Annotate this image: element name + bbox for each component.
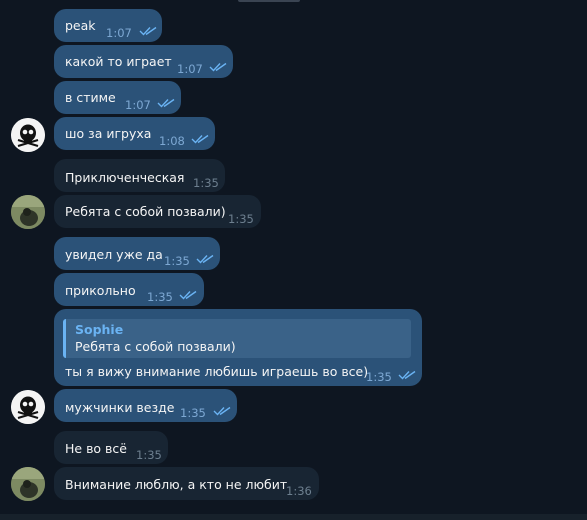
message-time: 1:07: [177, 62, 203, 76]
double-check-icon: [209, 62, 227, 72]
message-bubble-outgoing[interactable]: peak 1:07: [54, 9, 162, 42]
skull-icon: [11, 390, 45, 424]
double-check-icon: [179, 290, 197, 300]
double-check-icon: [191, 134, 209, 144]
message-text: мужчинки везде: [65, 400, 175, 415]
message-bubble-outgoing[interactable]: в стиме 1:07: [54, 81, 181, 114]
reply-text: Ребята с собой позвали): [75, 339, 236, 354]
message-bubble-outgoing[interactable]: Sophie Ребята с собой позвали) ты я вижу…: [54, 309, 422, 386]
message-time: 1:35: [147, 290, 173, 304]
message-time: 1:35: [164, 254, 190, 268]
message-bubble-outgoing[interactable]: шо за игруха 1:08: [54, 117, 215, 150]
message-text: ты я вижу внимание любишь играешь во все…: [65, 364, 369, 379]
top-scroll-indicator: [238, 0, 300, 2]
message-time: 1:07: [106, 26, 132, 40]
message-text: в стиме: [65, 90, 116, 105]
message-text: Ребята с собой позвали): [65, 204, 226, 219]
avatar[interactable]: [11, 195, 45, 229]
message-time: 1:35: [136, 448, 162, 462]
message-bubble-incoming[interactable]: Ребята с собой позвали) 1:35: [54, 195, 261, 228]
message-bubble-incoming[interactable]: Не во всё 1:35: [54, 431, 168, 464]
message-text: какой то играет: [65, 54, 172, 69]
message-time: 1:36: [286, 484, 312, 498]
reply-quote[interactable]: Sophie Ребята с собой позвали): [63, 319, 411, 358]
avatar[interactable]: [11, 467, 45, 501]
message-bubble-incoming[interactable]: Внимание люблю, а кто не любит 1:36: [54, 467, 319, 500]
message-time: 1:07: [125, 98, 151, 112]
message-bubble-outgoing[interactable]: прикольно 1:35: [54, 273, 204, 306]
message-bubble-outgoing[interactable]: мужчинки везде 1:35: [54, 389, 237, 422]
double-check-icon: [398, 370, 416, 380]
message-time: 1:35: [180, 406, 206, 420]
double-check-icon: [196, 254, 214, 264]
double-check-icon: [213, 406, 231, 416]
profile-photo-icon: [11, 467, 45, 501]
skull-icon: [11, 118, 45, 152]
message-time: 1:08: [159, 134, 185, 148]
message-text: Внимание люблю, а кто не любит: [65, 477, 288, 492]
message-bubble-outgoing[interactable]: какой то играет 1:07: [54, 45, 233, 78]
message-bubble-outgoing[interactable]: увидел уже да 1:35: [54, 237, 220, 270]
avatar[interactable]: [11, 118, 45, 152]
message-input-bar-edge: [0, 514, 587, 520]
message-text: peak: [65, 18, 96, 33]
reply-author: Sophie: [75, 322, 124, 337]
double-check-icon: [139, 26, 157, 36]
message-time: 1:35: [228, 212, 254, 226]
message-text: увидел уже да: [65, 247, 163, 262]
message-time: 1:35: [193, 176, 219, 190]
double-check-icon: [157, 98, 175, 108]
avatar[interactable]: [11, 390, 45, 424]
message-text: Приключенческая: [65, 170, 185, 185]
message-time: 1:35: [366, 370, 392, 384]
message-bubble-incoming[interactable]: Приключенческая 1:35: [54, 159, 225, 192]
message-text: Не во всё: [65, 441, 127, 456]
message-text: шо за игруха: [65, 126, 152, 141]
message-text: прикольно: [65, 283, 136, 298]
profile-photo-icon: [11, 195, 45, 229]
